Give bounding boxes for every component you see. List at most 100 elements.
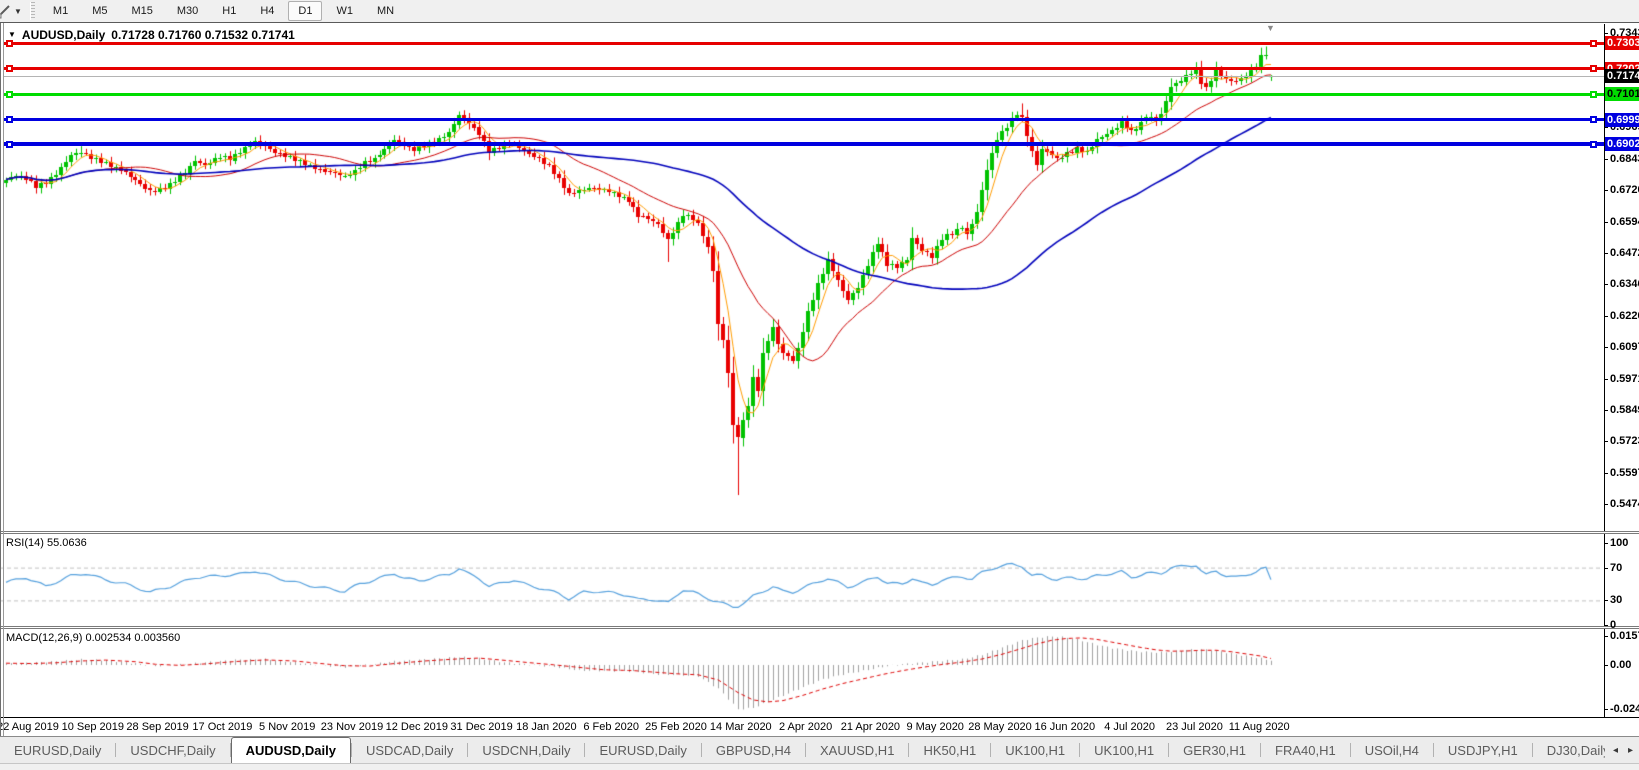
chart-tab-xauusd-h1[interactable]: XAUUSD,H1 [806,737,908,763]
window-frame [0,23,1,736]
date-axis-label: 2 Apr 2020 [778,721,833,733]
timeframe-button-w1[interactable]: W1 [326,1,363,21]
line-style-icon[interactable] [0,3,12,19]
horizontal-level-line-0.69025[interactable] [4,142,1604,147]
level-handle[interactable] [6,116,13,124]
price-tick-label: 0.65945 [1610,215,1639,228]
date-axis-label: 23 Nov 2019 [320,721,384,733]
level-handle[interactable] [1590,39,1597,47]
tab-scroll-left-icon[interactable]: ◂ [1613,745,1618,756]
rsi-tick [1604,625,1608,626]
scroll-to-end-icon[interactable]: ▼ [1266,23,1275,33]
toolbar-grip[interactable] [29,2,35,20]
rsi-chart[interactable] [0,534,1600,626]
level-handle[interactable] [1590,65,1597,73]
date-axis-label: 12 Dec 2019 [385,721,448,733]
macd-tick [1604,665,1608,666]
date-axis-label: 18 Jan 2020 [516,721,577,733]
price-tick [1604,504,1608,505]
price-tick-label: 0.67205 [1610,184,1639,196]
rsi-axis-line [1604,534,1605,626]
date-axis-label: 4 Jul 2020 [1104,721,1155,733]
chart-tab-bar: EURUSD,Daily USDCHF,Daily AUDUSD,Daily USDC… [0,736,1639,763]
chart-title: ▼ AUDUSD,Daily 0.71728 0.71760 0.71532 0… [8,28,295,42]
date-axis-label: 22 Aug 2019 [0,721,59,733]
rsi-tick [1604,543,1608,544]
chart-tab-gbpusd-h4[interactable]: GBPUSD,H4 [702,737,805,763]
price-tick-label: 0.63460 [1610,278,1639,291]
price-tick-label: 0.62200 [1610,310,1639,323]
rsi-tick [1604,600,1608,602]
timeframe-button-mn[interactable]: MN [367,1,404,21]
timeframe-button-m30[interactable]: M30 [167,1,208,21]
level-handle[interactable] [6,90,13,98]
price-tick-label: 0.59715 [1610,372,1639,385]
timeframe-button-m5[interactable]: M5 [82,1,117,21]
price-tick [1604,190,1608,191]
timeframe-button-h1[interactable]: H1 [212,1,246,21]
collapse-triangle-icon[interactable]: ▼ [8,30,16,39]
price-tick [1604,252,1608,254]
chart-tab-audusd-daily[interactable]: AUDUSD,Daily [230,737,351,763]
date-axis-label: 9 May 2020 [906,721,964,733]
macd-tick [1604,636,1608,638]
level-price-badge: 0.69999 [1605,112,1639,127]
horizontal-level-line-0.71010[interactable] [4,92,1604,96]
price-tick [1604,221,1608,223]
level-handle[interactable] [1590,116,1597,124]
timeframe-button-m15[interactable]: M15 [121,1,162,21]
horizontal-level-line-0.69999[interactable] [4,118,1604,122]
level-handle[interactable] [1590,90,1597,98]
timeframe-button-d1[interactable]: D1 [288,1,323,21]
rsi-tick [1604,567,1608,569]
chevron-down-icon[interactable]: ▼ [14,7,22,16]
date-axis-label: 21 Apr 2020 [840,721,901,733]
chart-tab-eurusd-daily[interactable]: EURUSD,Daily [0,737,115,763]
chart-tab-uk100-h1[interactable]: UK100,H1 [991,737,1079,763]
chart-tab-usdcnh-daily[interactable]: USDCNH,Daily [468,737,584,763]
date-axis-label: 16 Jun 2020 [1034,721,1096,733]
level-handle[interactable] [6,140,13,148]
macd-chart[interactable] [0,629,1600,717]
date-axis-label: 28 Sep 2019 [126,721,189,733]
rsi-level-label: 100 [1610,537,1629,549]
date-axis-label: 14 Mar 2020 [709,721,772,733]
price-tick-label: 0.55970 [1610,467,1639,480]
chart-tab-usdchf-daily[interactable]: USDCHF,Daily [116,737,229,763]
rsi-label: RSI(14) 55.0636 [6,537,87,549]
tab-scroll-controls: ◂ ▸ [1604,737,1633,763]
date-axis-label: 6 Feb 2020 [583,721,640,733]
rsi-panel: RSI(14) 55.0636 100 70 30 0 [0,534,1639,631]
rsi-level-label: 0 [1610,619,1617,631]
macd-axis-label: -0.024412 [1610,703,1639,716]
date-axis-label: 17 Oct 2019 [192,721,253,733]
price-tick [1604,409,1608,411]
timeframe-button-m1[interactable]: M1 [43,1,78,21]
status-strip [0,763,1639,770]
level-handle[interactable] [6,65,13,73]
chart-tab-usdjpy-h1[interactable]: USDJPY,H1 [1434,737,1532,763]
horizontal-level-line-0.72022[interactable] [4,67,1604,71]
main-chart-panel: ▼ AUDUSD,Daily 0.71728 0.71760 0.71532 0… [0,23,1639,531]
candlestick-chart[interactable] [0,24,1600,531]
current-price-line [4,75,1604,77]
chart-tab-ger30-h1[interactable]: GER30,H1 [1169,737,1260,763]
macd-label: MACD(12,26,9) 0.002534 0.003560 [6,632,181,644]
chart-tab-fra40-h1[interactable]: FRA40,H1 [1261,737,1350,763]
chart-tab-uk100-h1[interactable]: UK100,H1 [1080,737,1168,763]
tab-scroll-right-icon[interactable]: ▸ [1628,745,1633,756]
horizontal-level-line-0.73033[interactable] [4,41,1604,45]
current-price-badge: 0.71741 [1605,68,1639,83]
chart-tab-eurusd-daily[interactable]: EURUSD,Daily [585,737,700,763]
price-tick [1604,473,1608,475]
date-axis-label: 11 Aug 2020 [1228,721,1290,733]
level-handle[interactable] [1590,140,1597,148]
price-tick-label: 0.68430 [1610,153,1639,166]
chart-tab-usdcad-daily[interactable]: USDCAD,Daily [352,737,467,763]
level-price-badge: 0.73033 [1605,36,1639,51]
timeframe-button-h4[interactable]: H4 [250,1,284,21]
chart-tab-hk50-h1[interactable]: HK50,H1 [909,737,990,763]
rsi-level-label: 30 [1610,594,1623,607]
chart-tab-usoil-h4[interactable]: USOil,H4 [1351,737,1433,763]
price-tick-label: 0.57230 [1610,435,1639,448]
